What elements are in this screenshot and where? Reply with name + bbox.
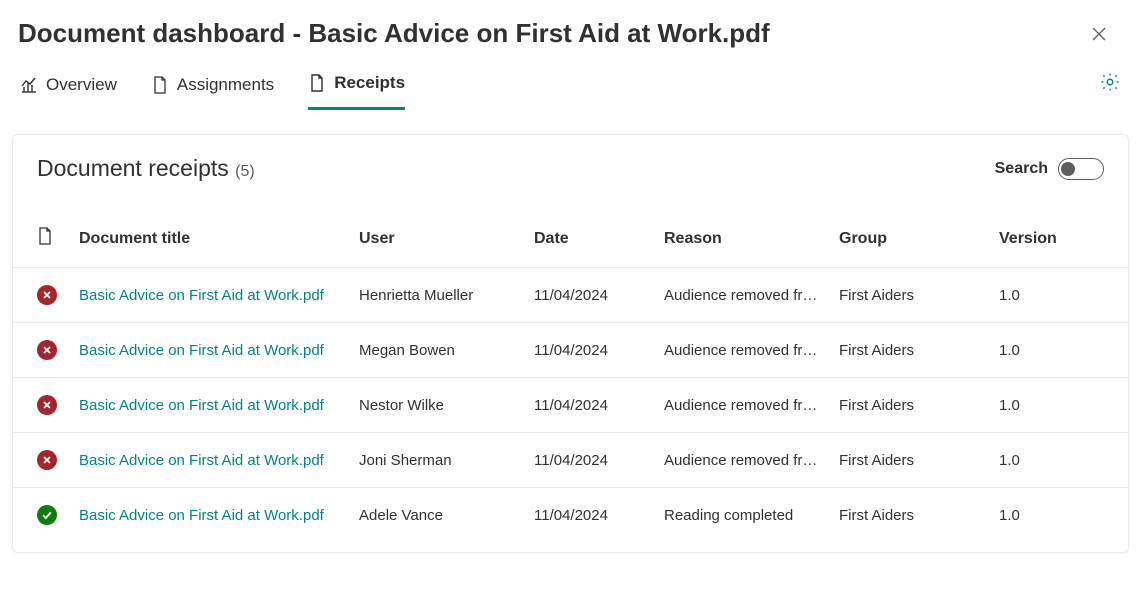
col-user[interactable]: User [353,210,528,268]
cell-user: Henrietta Mueller [353,268,528,323]
table-row: Basic Advice on First Aid at Work.pdf Nes… [13,378,1128,433]
error-icon [37,340,57,360]
toggle-knob [1061,162,1075,176]
cell-date: 11/04/2024 [528,488,658,543]
tab-assignments[interactable]: Assignments [151,73,274,110]
cell-user: Megan Bowen [353,323,528,378]
cell-user: Joni Sherman [353,433,528,488]
panel-title: Document receipts (5) [37,155,255,182]
close-button[interactable] [1085,20,1113,48]
table-row: Basic Advice on First Aid at Work.pdf Hen… [13,268,1128,323]
document-link[interactable]: Basic Advice on First Aid at Work.pdf [79,287,324,304]
col-reason[interactable]: Reason [658,210,833,268]
tab-assignments-label: Assignments [177,75,274,95]
cell-version: 1.0 [993,268,1128,323]
error-icon [37,395,57,415]
settings-button[interactable] [1099,71,1121,98]
cell-date: 11/04/2024 [528,378,658,433]
gear-icon [1099,71,1121,93]
document-icon [151,76,169,94]
search-label: Search [995,160,1048,178]
document-link[interactable]: Basic Advice on First Aid at Work.pdf [79,452,324,469]
tab-receipts-label: Receipts [334,73,405,93]
document-icon [37,227,53,245]
cell-group: First Aiders [833,268,993,323]
cell-group: First Aiders [833,488,993,543]
cell-version: 1.0 [993,488,1128,543]
receipt-count: (5) [235,163,255,180]
col-status[interactable] [13,210,73,268]
cell-reason: Audience removed fr… [658,268,833,323]
document-icon [308,74,326,92]
cell-user: Nestor Wilke [353,378,528,433]
close-icon [1091,26,1107,42]
table-row: Basic Advice on First Aid at Work.pdf Meg… [13,323,1128,378]
chart-icon [20,76,38,94]
cell-reason: Audience removed fr… [658,433,833,488]
tab-bar: Overview Assignments Receipts [18,59,405,110]
cell-date: 11/04/2024 [528,433,658,488]
cell-group: First Aiders [833,378,993,433]
cell-reason: Audience removed fr… [658,378,833,433]
table-row: Basic Advice on First Aid at Work.pdf Ade… [13,488,1128,543]
error-icon [37,285,57,305]
cell-date: 11/04/2024 [528,268,658,323]
document-link[interactable]: Basic Advice on First Aid at Work.pdf [79,342,324,359]
col-date[interactable]: Date [528,210,658,268]
cell-version: 1.0 [993,433,1128,488]
receipts-table: Document title User Date Reason Group Ve… [13,210,1128,542]
receipts-panel: Document receipts (5) Search Document ti… [12,134,1129,553]
page-title: Document dashboard - Basic Advice on Fir… [18,18,770,49]
document-link[interactable]: Basic Advice on First Aid at Work.pdf [79,397,324,414]
table-row: Basic Advice on First Aid at Work.pdf Jon… [13,433,1128,488]
cell-group: First Aiders [833,433,993,488]
col-group[interactable]: Group [833,210,993,268]
panel-title-text: Document receipts [37,155,229,181]
tab-receipts[interactable]: Receipts [308,73,405,110]
cell-group: First Aiders [833,323,993,378]
cell-reason: Audience removed fr… [658,323,833,378]
tab-overview[interactable]: Overview [20,73,117,110]
cell-user: Adele Vance [353,488,528,543]
cell-version: 1.0 [993,323,1128,378]
col-title[interactable]: Document title [73,210,353,268]
error-icon [37,450,57,470]
col-version[interactable]: Version [993,210,1128,268]
search-toggle[interactable] [1058,158,1104,180]
check-icon [37,505,57,525]
document-link[interactable]: Basic Advice on First Aid at Work.pdf [79,507,324,524]
cell-version: 1.0 [993,378,1128,433]
cell-date: 11/04/2024 [528,323,658,378]
cell-reason: Reading completed [658,488,833,543]
tab-overview-label: Overview [46,75,117,95]
